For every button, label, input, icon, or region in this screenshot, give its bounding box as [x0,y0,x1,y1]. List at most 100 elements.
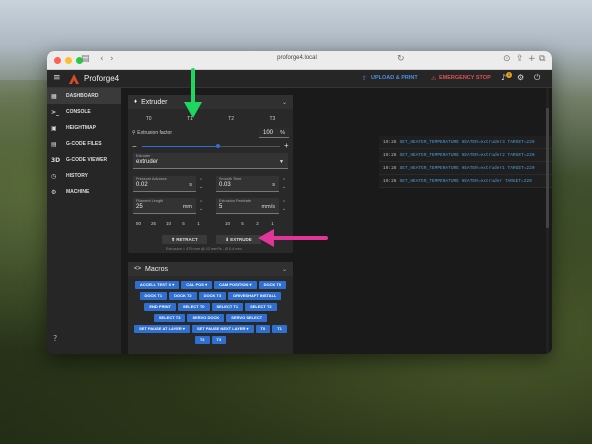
macro-button-label: CAM POSITION [219,281,249,287]
slider-thumb[interactable] [215,144,220,148]
macro-button[interactable]: SERVO DOCK [187,313,225,322]
macro-button[interactable]: T3 [211,335,227,344]
dropdown-arrow-icon[interactable]: ▾ [248,282,252,287]
increase-factor-button[interactable]: + [284,141,289,150]
forward-icon[interactable]: › [110,54,114,64]
length-step-button[interactable]: 10 [161,221,176,226]
help-icon[interactable]: ? [53,334,57,343]
macro-button-label: SELECT T0 [182,303,205,309]
minimize-window-button[interactable] [65,57,72,64]
length-step-button[interactable]: 25 [146,221,161,226]
sidebar-item-gcode-files[interactable]: ▤ G-CODE FILES [47,136,121,152]
console-icon: >_ [51,108,60,116]
macro-button[interactable]: DRIVESHAFT INSTALL [228,291,282,300]
macro-button-label: CAL POS [186,281,204,287]
length-step-button[interactable]: 1 [191,221,206,226]
macro-button[interactable]: SELECT T0 [177,302,210,311]
extrusion-factor-input[interactable]: 100 % [259,128,289,138]
macro-button[interactable]: SET PAUSE AT LAYER ▾ [134,324,190,333]
macro-button[interactable]: DOCK T1 [139,291,168,300]
extrude-button[interactable]: ⬇ EXTRUDE [216,235,261,244]
sidebar-item-machine[interactable]: ⚙ MACHINE [47,184,121,200]
retract-button[interactable]: ⬆ RETRACT [162,235,207,244]
sidebar-item-heightmap[interactable]: ▣ HEIGHTMAP [47,120,121,136]
sidebar-item-dashboard[interactable]: ▦ DASHBOARD [47,88,121,104]
decrease-factor-button[interactable]: − [132,142,137,151]
tab-t0[interactable]: T0 [128,116,169,122]
macro-button[interactable]: T2 [194,335,210,344]
console-time: 19:28 [383,140,397,145]
back-icon[interactable]: ‹ [100,54,104,64]
emergency-stop-button[interactable]: EMERGENCY STOP [439,75,491,81]
main-scrollbar[interactable] [546,108,549,228]
emergency-stop-icon[interactable]: ⚠ [431,75,436,82]
chevron-down-icon[interactable]: ⌄ [282,99,287,106]
sidebar-item-history[interactable]: ◷ HISTORY [47,168,121,184]
extrusion-feedrate-stepper[interactable]: ⌃ ⌄ [282,200,286,212]
dropdown-arrow-icon[interactable]: ▾ [245,326,249,331]
close-window-button[interactable] [54,57,61,64]
smooth-time-value: 0.03 [219,182,231,188]
macro-button-label: SERVO DOCK [192,314,220,320]
extruder-select[interactable]: Extruder extruder ▼ [133,153,288,169]
extruder-panel-header[interactable]: ♦ Extruder ⌄ [128,95,293,109]
tab-t2[interactable]: T2 [211,116,252,122]
macro-button[interactable]: SELECT T1 [211,302,244,311]
tab-t3[interactable]: T3 [252,116,293,122]
sidebar-item-console[interactable]: >_ CONSOLE [47,104,121,120]
sidebar-toggle-icon[interactable]: ▤ [81,54,90,64]
filament-length-stepper[interactable]: ⌃ ⌄ [199,200,203,212]
pressure-advance-value: 0.02 [136,182,148,188]
macro-button[interactable]: END PRINT [144,302,176,311]
feedrate-step-button[interactable]: 2 [250,221,265,226]
length-step-button[interactable]: 5 [176,221,191,226]
macro-button[interactable]: SELECT T2 [245,302,277,311]
share-icon[interactable]: ⇪ [516,54,524,64]
app-header: ≡ Proforge4 ⇧ UPLOAD & PRINT ⚠ EMERGENCY… [47,70,552,88]
power-icon[interactable]: ⏻ [534,73,540,83]
download-icon[interactable]: ⊙ [503,54,511,64]
slider-fill [142,146,218,147]
macro-button[interactable]: CAM POSITION ▾ [214,280,257,289]
pressure-advance-input[interactable]: Pressure Advance 0.02 s [133,176,196,192]
macro-button[interactable]: ACCELL TEST X ▾ [134,280,180,289]
dashboard-icon: ▦ [51,92,57,100]
sidebar-item-gcode-viewer[interactable]: 3D G-CODE VIEWER [47,152,121,168]
menu-icon[interactable]: ≡ [53,73,61,83]
macro-button[interactable]: SERVO SELECT [226,313,268,322]
proforge-logo-icon [69,74,79,84]
reload-icon[interactable]: ↻ [397,54,405,64]
macro-button[interactable]: CAL POS ▾ [181,280,213,289]
settings-icon[interactable]: ⚙ [517,73,524,82]
macro-button[interactable]: DOCK T2 [169,291,197,300]
macro-button[interactable]: SET PAUSE NEXT LAYER ▾ [191,324,254,333]
macro-button[interactable]: DOCK T0 [258,280,287,289]
upload-print-button[interactable]: UPLOAD & PRINT [371,75,418,81]
macro-button[interactable]: SELECT T3 [153,313,186,322]
tabs-overview-icon[interactable]: ⧉ [539,54,545,64]
macro-button[interactable]: T1 [272,324,287,333]
address-bar[interactable]: proforge4.local [247,55,347,61]
macro-button[interactable]: DOCK T3 [198,291,227,300]
chevron-down-icon[interactable]: ⌄ [282,266,287,273]
dropdown-arrow-icon[interactable]: ▾ [171,282,174,287]
upload-icon[interactable]: ⇧ [362,75,367,82]
feedrate-step-button[interactable]: 10 [220,221,235,226]
extrusion-feedrate-input[interactable]: Extrusion Feedrate 5 mm/s [216,198,279,214]
feedrate-step-button[interactable]: 1 [265,221,280,226]
pressure-advance-stepper[interactable]: ⌃ ⌄ [199,178,203,190]
filament-length-input[interactable]: Filament Length 25 mm [133,198,196,214]
smooth-time-input[interactable]: Smooth Time 0.03 s [216,176,279,192]
macro-button[interactable]: T0 [255,324,271,333]
new-tab-icon[interactable]: + [528,54,536,64]
smooth-time-stepper[interactable]: ⌃ ⌄ [282,178,286,190]
length-step-button[interactable]: 50 [131,221,146,226]
dropdown-arrow-icon[interactable]: ▾ [182,326,185,331]
macro-button-label: T2 [199,336,205,342]
extrusion-factor-slider[interactable] [142,144,280,148]
feedrate-step-button[interactable]: 5 [235,221,250,226]
macros-panel-header[interactable]: <> Macros ⌄ [128,262,293,276]
macro-button-label: DOCK T1 [144,292,163,298]
dropdown-arrow-icon[interactable]: ▾ [204,282,207,287]
history-icon: ◷ [51,172,57,180]
